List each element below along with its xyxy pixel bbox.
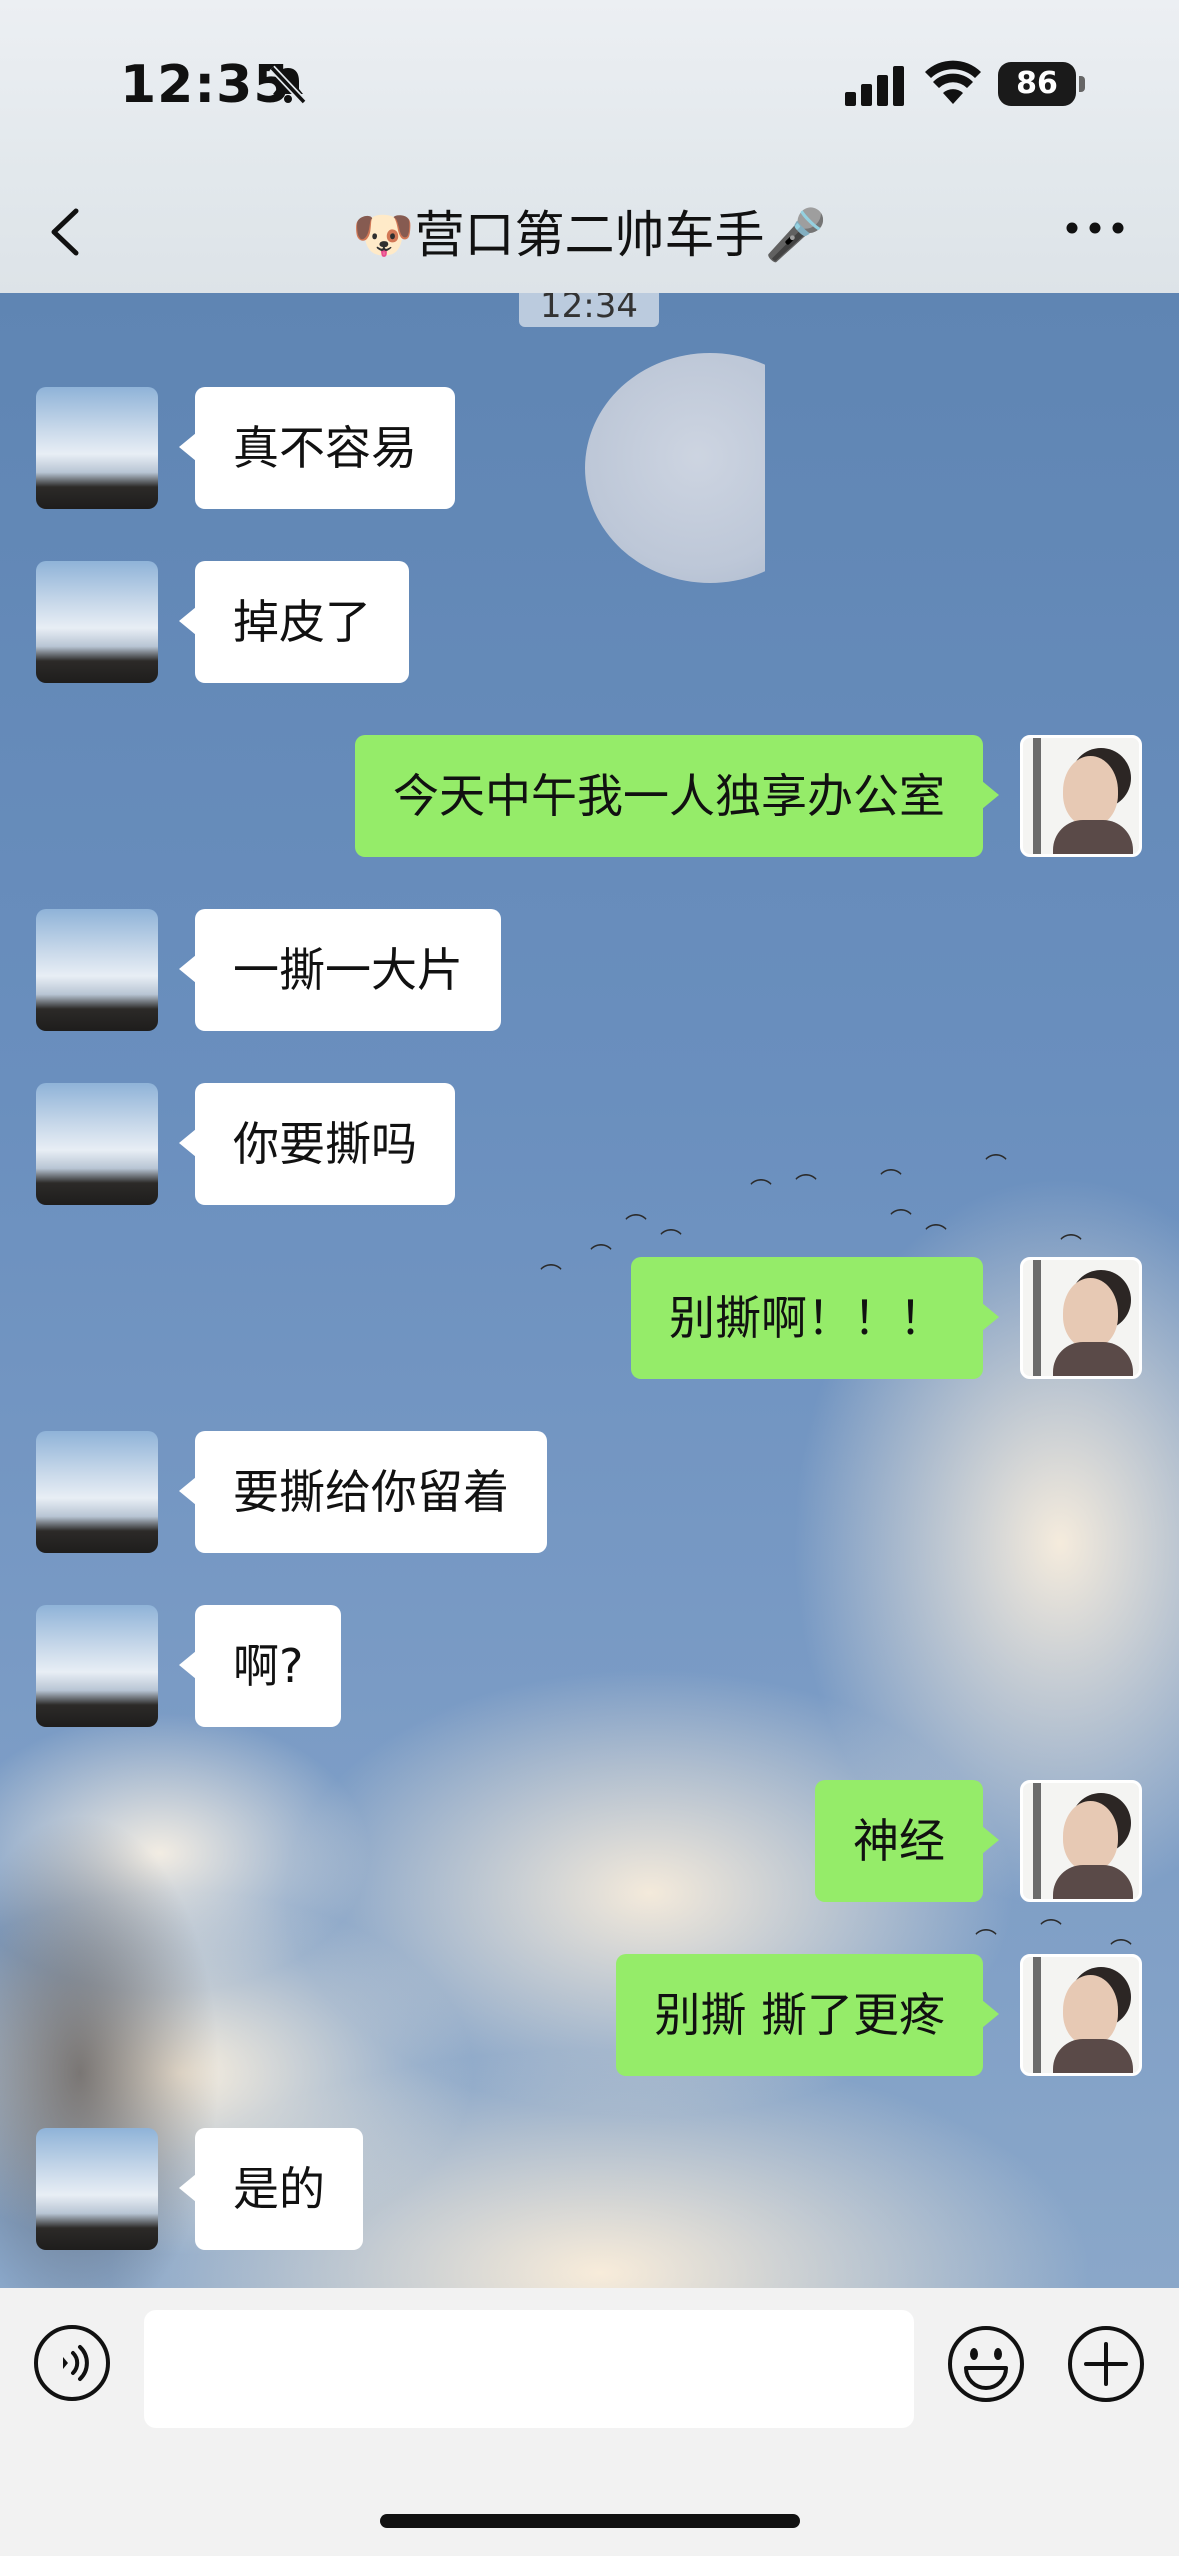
message-bubble-incoming[interactable]: 你要撕吗 [179,1083,455,1205]
status-bar: 12:35 86 [0,0,1179,175]
self-avatar[interactable] [1020,1780,1142,1902]
message-bubble-incoming[interactable]: 啊? [178,1605,342,1727]
bird: ⌒ [880,1169,903,1194]
contact-avatar[interactable] [36,1431,158,1553]
message-input[interactable] [144,2310,914,2428]
chat-header: 🐶营口第二帅车手🎤 [0,175,1179,293]
message-timestamp: 12:34 [519,293,659,327]
self-avatar[interactable] [1020,735,1142,857]
more-dots-icon[interactable] [1060,213,1130,243]
bird: ⌒ [590,1244,613,1269]
bird: ⌒ [750,1179,773,1204]
home-indicator[interactable] [380,2514,800,2528]
bird: ⌒ [660,1229,683,1254]
message-bubble-incoming[interactable]: 真不容易 [179,387,455,509]
message-bubble-outgoing[interactable]: 别撕 撕了更疼 [616,1954,999,2076]
bird: ⌒ [925,1224,948,1249]
contact-avatar[interactable] [36,2128,158,2250]
message-bubble-incoming[interactable]: 是的 [179,2128,363,2250]
contact-avatar[interactable] [36,1083,158,1205]
bird: ⌒ [625,1214,648,1239]
message-bubble-incoming[interactable]: 掉皮了 [179,561,409,683]
signal-icon [845,66,904,106]
status-time: 12:35 [120,55,291,115]
plus-icon[interactable] [1066,2324,1146,2404]
input-bar [0,2288,1179,2556]
contact-avatar[interactable] [36,909,158,1031]
chat-title[interactable]: 🐶营口第二帅车手🎤 [0,195,1179,267]
wifi-icon [925,60,981,104]
chat-area[interactable]: ⌒ ⌒ ⌒ ⌒ ⌒ ⌒ ⌒ ⌒ ⌒ ⌒ ⌒ ⌒ ⌒ ⌒ 12:34 真不容易 掉… [0,293,1179,2288]
message-bubble-outgoing[interactable]: 神经 [815,1780,999,1902]
message-bubble-incoming[interactable]: 一撕一大片 [179,909,501,1031]
battery-icon: 86 [998,62,1076,106]
contact-avatar[interactable] [36,1605,158,1727]
bird: ⌒ [540,1264,563,1289]
message-bubble-incoming[interactable]: 要撕给你留着 [179,1431,547,1553]
bird: ⌒ [890,1209,913,1234]
contact-avatar[interactable] [36,561,158,683]
bell-muted-icon [269,65,307,105]
bird: ⌒ [1040,1919,1063,1944]
bird: ⌒ [795,1174,818,1199]
battery-cap [1079,76,1085,92]
bird: ⌒ [975,1929,998,1954]
bird: ⌒ [985,1154,1008,1179]
message-bubble-outgoing[interactable]: 别撕啊！！！ [631,1257,999,1379]
emoji-icon[interactable] [946,2324,1026,2404]
self-avatar[interactable] [1020,1954,1142,2076]
voice-icon[interactable] [33,2324,111,2402]
wallpaper-moon [585,353,765,583]
contact-avatar[interactable] [36,387,158,509]
bird: ⌒ [1060,1234,1083,1259]
self-avatar[interactable] [1020,1257,1142,1379]
message-bubble-outgoing[interactable]: 今天中午我一人独享办公室 [355,735,999,857]
